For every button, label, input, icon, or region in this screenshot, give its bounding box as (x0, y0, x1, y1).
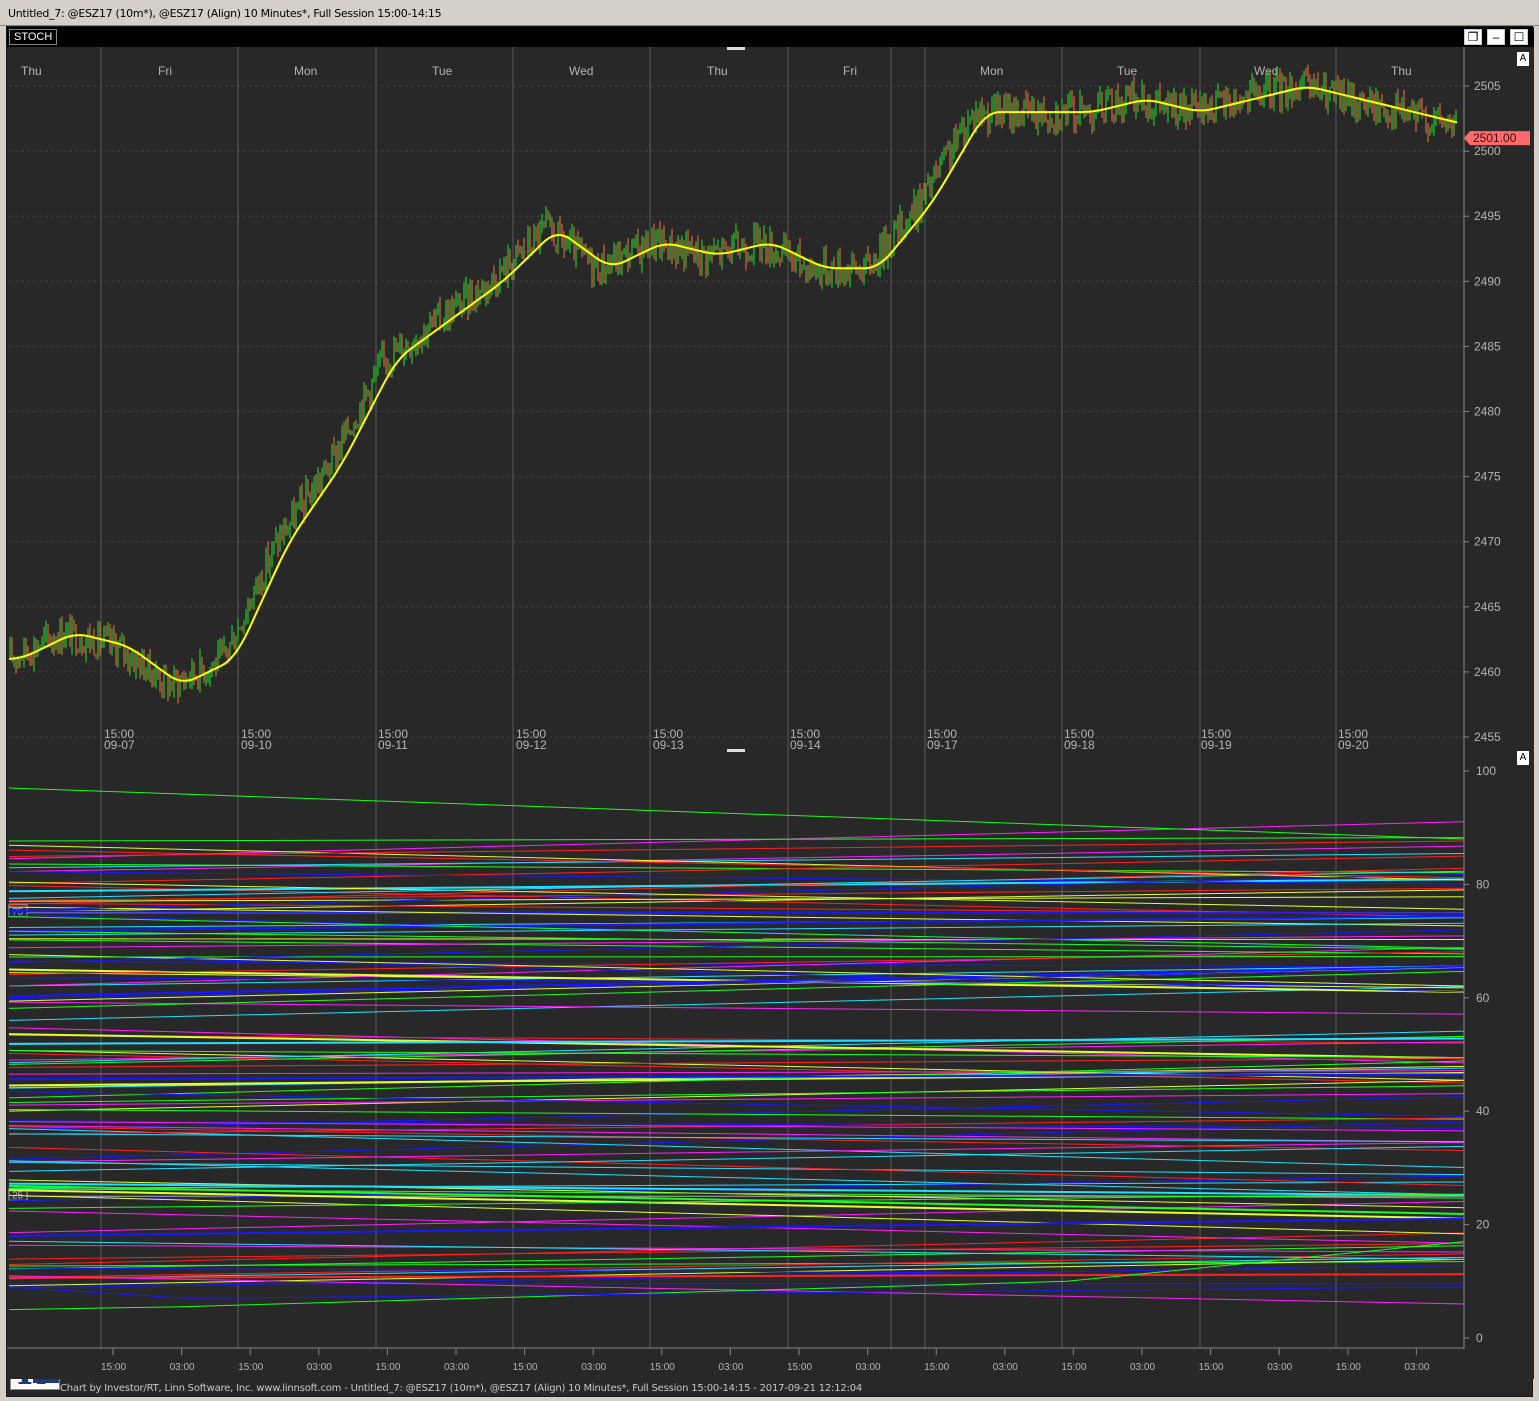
time-axis-label: 15:00 (924, 1362, 949, 1373)
day-label: Mon (294, 64, 317, 78)
time-axis-label: 15:00 (1061, 1362, 1086, 1373)
stoch-tick-label: 0 (1476, 1331, 1483, 1345)
stochastic-chart[interactable]: 1008060402007525 (7, 749, 1534, 1349)
time-axis-label: 15:00 (1336, 1362, 1361, 1373)
day-label: Thu (21, 64, 42, 78)
stoch-scale-badge[interactable]: A (1517, 751, 1529, 765)
last-price-label: 2501.00 (1473, 131, 1517, 145)
time-axis-label: 03:00 (856, 1362, 881, 1373)
day-label: Tue (432, 64, 453, 78)
window-title: Untitled_7: @ESZ17 (10m*), @ESZ17 (Align… (8, 7, 442, 20)
day-label: Fri (843, 64, 857, 78)
window-titlebar[interactable]: Untitled_7: @ESZ17 (10m*), @ESZ17 (Align… (0, 0, 1539, 26)
minimize-icon[interactable]: – (1487, 29, 1505, 45)
panel-resize-handle (727, 749, 745, 752)
price-tick-label: 2495 (1474, 209, 1501, 223)
time-axis-label: 03:00 (993, 1362, 1018, 1373)
day-label: Thu (707, 64, 728, 78)
stoch-tick-label: 40 (1476, 1104, 1490, 1118)
price-tick-label: 2465 (1474, 600, 1501, 614)
time-axis-label: 03:00 (718, 1362, 743, 1373)
day-label: Thu (1391, 64, 1412, 78)
time-axis-label: 03:00 (1267, 1362, 1292, 1373)
time-axis-label: 03:00 (307, 1362, 332, 1373)
price-tick-label: 2505 (1474, 79, 1501, 93)
time-axis-label: 03:00 (1404, 1362, 1429, 1373)
indicator-tab[interactable]: STOCH (9, 29, 58, 45)
day-label: Fri (158, 64, 172, 78)
stoch-tick-label: 80 (1476, 877, 1490, 891)
price-tick-label: 2480 (1474, 405, 1501, 419)
price-tick-label: 2485 (1474, 339, 1501, 353)
stoch-tick-label: 60 (1476, 991, 1490, 1005)
price-tick-label: 2490 (1474, 274, 1501, 288)
stoch-tick-label: 20 (1476, 1218, 1490, 1232)
time-axis-label: 15:00 (513, 1362, 538, 1373)
time-axis-label: 03:00 (1130, 1362, 1155, 1373)
chart-footer: Chart by Investor/RT, Linn Software, Inc… (60, 1383, 863, 1394)
time-axis-label: 15:00 (787, 1362, 812, 1373)
time-axis-label: 03:00 (170, 1362, 195, 1373)
price-tick-label: 2455 (1474, 730, 1501, 744)
time-axis-label: 15:00 (1199, 1362, 1224, 1373)
day-label: Wed (569, 64, 593, 78)
price-scale-badge[interactable]: A (1517, 52, 1529, 66)
stoch-tick-label: 100 (1476, 764, 1496, 778)
time-axis-label: 15:00 (238, 1362, 263, 1373)
price-chart[interactable]: 2505 2500 2495 2490 2485 2480 2475 2470 2465 2460… (7, 47, 1534, 751)
price-tick-label: 2500 (1474, 144, 1501, 158)
price-tick-label: 2470 (1474, 535, 1501, 549)
time-axis-label: 03:00 (581, 1362, 606, 1373)
time-axis-strip: 15:00 03:00 15:00 03:00 15:00 03:00 15:00 03:00… (7, 1349, 1534, 1379)
panel-resize-handle (727, 47, 745, 50)
price-tick-label: 2460 (1474, 665, 1501, 679)
chart-window[interactable]: STOCH ❐ – ☐ 2505 2500 2495 2490 2485 2480 2475… (6, 26, 1534, 1397)
chart-toolbar: STOCH ❐ – ☐ (7, 27, 1534, 47)
price-tick-label: 2475 (1474, 470, 1501, 484)
time-axis-label: 15:00 (375, 1362, 400, 1373)
day-label: Mon (980, 64, 1003, 78)
maximize-icon[interactable]: ☐ (1510, 29, 1528, 45)
time-axis-bg (7, 1349, 1534, 1379)
restore-icon[interactable]: ❐ (1464, 29, 1482, 45)
time-axis-label: 15:00 (101, 1362, 126, 1373)
time-axis-label: 15:00 (650, 1362, 675, 1373)
time-axis-label: 03:00 (444, 1362, 469, 1373)
